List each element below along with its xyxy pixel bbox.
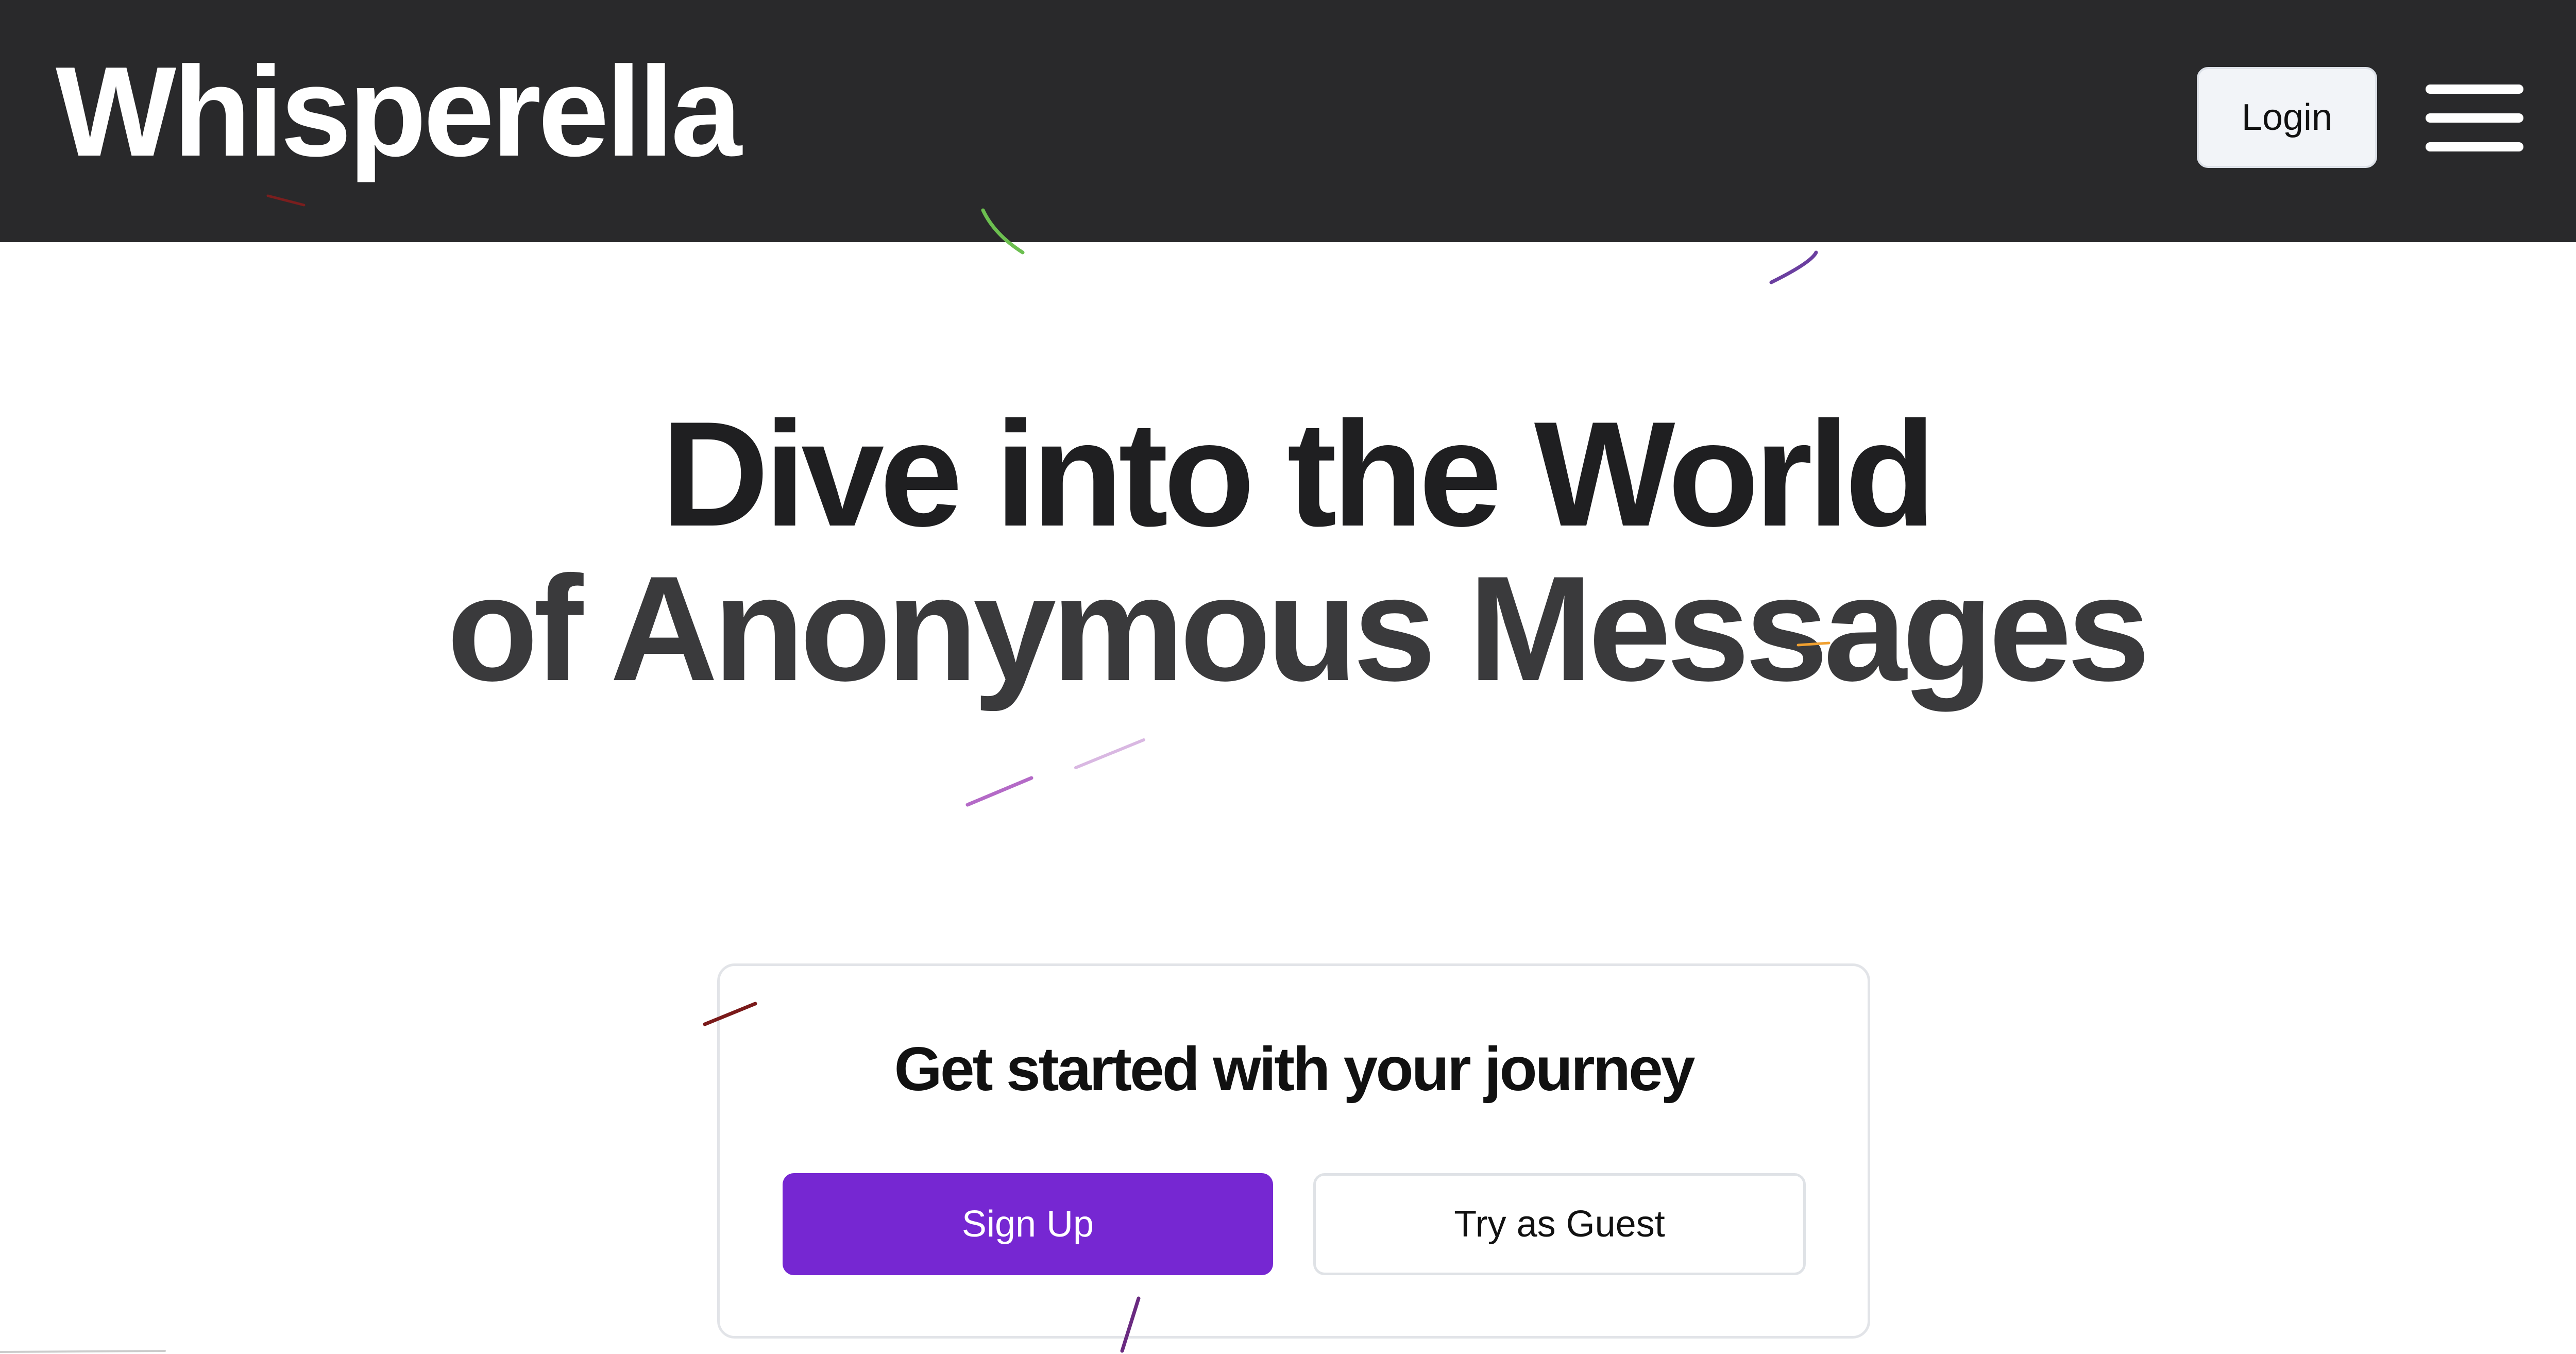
card-title: Get started with your journey [894,1035,1696,1104]
get-started-card: Get started with your journey Sign Up Tr… [717,963,1870,1339]
deco-stroke [965,776,1033,807]
brand-logo[interactable]: Whisperella [56,47,742,175]
hamburger-menu-icon[interactable] [2426,82,2523,155]
login-button[interactable]: Login [2197,67,2377,168]
deco-stroke [1074,738,1145,769]
menu-bar [2426,84,2523,94]
try-as-guest-button[interactable]: Try as Guest [1313,1173,1806,1275]
sign-up-button[interactable]: Sign Up [783,1173,1273,1275]
top-nav: Whisperella Login [0,0,2576,242]
menu-bar [2426,113,2523,123]
deco-stroke [0,1350,166,1353]
deco-stroke [1769,250,1818,284]
hero-heading-line-2: of Anonymous Messages [447,545,2150,712]
menu-bar [2426,142,2523,151]
hero-heading: Dive into the World of Anonymous Message… [0,397,2576,706]
hero-heading-line-1: Dive into the World [661,391,1936,557]
